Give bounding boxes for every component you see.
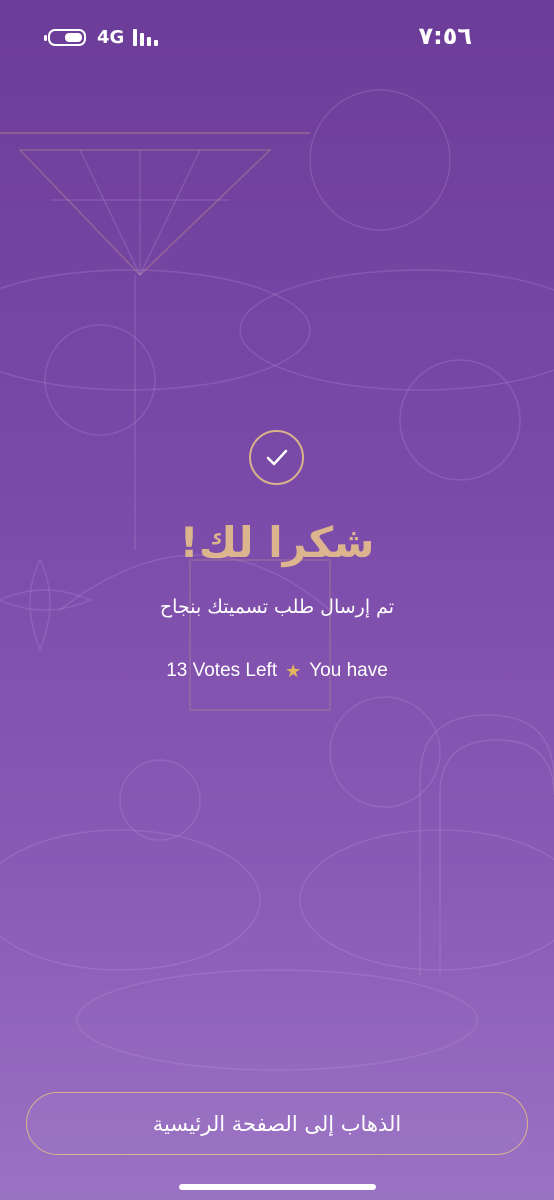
signal-strength-icon [133,28,163,46]
checkmark-icon [249,430,304,485]
status-time: ٧:٥٦ [418,22,472,50]
votes-remaining-count: 13 Votes Left [166,660,278,681]
votes-remaining: 13 Votes Left ★ You have [0,660,554,682]
status-bar: 4G ٧:٥٦ [0,0,554,75]
star-icon: ★ [285,660,302,681]
network-type: 4G [97,27,125,48]
thank-you-title: شكرا لك! [179,518,375,567]
go-to-home-button-label: الذهاب إلى الصفحة الرئيسية [152,1111,402,1136]
home-indicator[interactable] [179,1184,376,1190]
go-to-home-button[interactable]: الذهاب إلى الصفحة الرئيسية [26,1092,528,1155]
votes-remaining-prefix: You have [309,660,388,681]
battery-icon [44,29,86,46]
success-message: تم إرسال طلب تسميتك بنجاح [159,596,395,618]
